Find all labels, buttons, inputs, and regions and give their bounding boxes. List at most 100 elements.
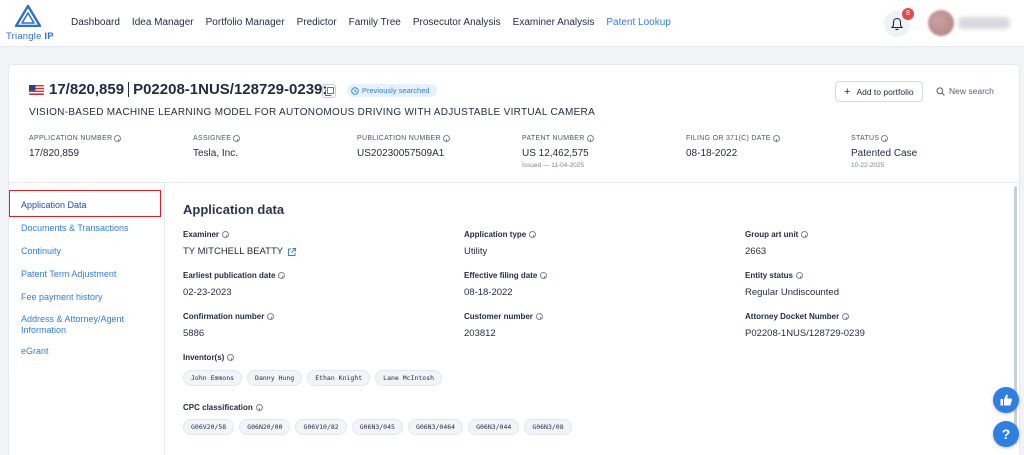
copy-button[interactable] <box>322 84 336 98</box>
notifications-button[interactable]: 8 <box>884 8 914 37</box>
scrollbar[interactable] <box>1013 183 1019 455</box>
info-icon <box>227 354 235 361</box>
summary-value: Patented Case <box>851 148 918 159</box>
summary-label-text: ASSIGNEE <box>193 135 232 142</box>
summary-value: Tesla, Inc. <box>193 148 239 159</box>
logo-text: Triangle IP <box>6 31 54 42</box>
info-icon <box>772 135 780 142</box>
nav-item-dashboard[interactable]: Dashboard <box>71 17 120 28</box>
field-label: Confirmation number <box>183 312 275 321</box>
add-to-portfolio-button[interactable]: + Add to portfolio <box>835 81 923 102</box>
summary-field: PUBLICATION NUMBER US20230057509A1 <box>357 135 450 159</box>
cpc-chip[interactable]: G06N20/00 <box>239 419 291 435</box>
field-label-text: Effective filing date <box>464 271 538 280</box>
us-flag-icon <box>29 85 44 95</box>
summary-value: US 12,462,575 <box>522 148 589 159</box>
field-label-text: Application type <box>464 230 527 239</box>
inventor-chip[interactable]: Danny Hung <box>247 370 303 386</box>
cpc-chip[interactable]: G06N3/08 <box>524 419 572 435</box>
previously-searched-badge: Previously searched <box>347 84 437 97</box>
cpc-chip[interactable]: G06V20/58 <box>183 419 235 435</box>
inventor-chips: John Emmons Danny Hung Ethan Knight Lane Mc… <box>183 370 443 386</box>
plus-icon: + <box>844 85 851 98</box>
summary-label-text: PUBLICATION NUMBER <box>357 135 441 142</box>
field-label: Earliest publication date <box>183 271 286 280</box>
field-value-text: P02208-1NUS/128729-0239 <box>745 328 865 339</box>
summary-label: PUBLICATION NUMBER <box>357 135 450 142</box>
field-label-text: Earliest publication date <box>183 271 276 280</box>
field-value[interactable]: TY MITCHELL BEATTY <box>183 246 297 257</box>
inventor-chip[interactable]: Lane McIntosh <box>375 370 443 386</box>
sidebar-item-patent-term-adjustment[interactable]: Patent Term Adjustment <box>21 269 116 280</box>
cpc-chips: G06V20/58 G06N20/00 G06V10/82 G06N3/045 G06N… <box>183 419 572 435</box>
sidebar-item-documents-transactions[interactable]: Documents & Transactions <box>21 223 129 234</box>
summary-field: ASSIGNEE Tesla, Inc. <box>193 135 241 159</box>
sidebar-item-continuity[interactable]: Continuity <box>21 246 61 257</box>
copy-icon <box>325 87 334 96</box>
cpc-chip[interactable]: G06N3/0464 <box>407 419 464 435</box>
add-to-portfolio-label: Add to portfolio <box>856 86 914 97</box>
nav-item-prosecutor-analysis[interactable]: Prosecutor Analysis <box>413 17 501 28</box>
field-label: Customer number <box>464 312 543 321</box>
field-label-text: Entity status <box>745 271 794 280</box>
info-icon <box>881 135 889 142</box>
inventor-chip[interactable]: John Emmons <box>183 370 243 386</box>
previously-searched-label: Previously searched <box>362 86 430 95</box>
field: Attorney Docket Number P02208-1NUS/128729… <box>745 312 865 339</box>
field: Application type Utility <box>464 230 537 257</box>
field-value: 08-18-2022 <box>464 287 547 298</box>
info-icon <box>586 135 594 142</box>
field-label: Application type <box>464 230 537 239</box>
external-link-icon[interactable] <box>288 247 297 256</box>
field-label-text: Confirmation number <box>183 312 265 321</box>
nav-item-predictor[interactable]: Predictor <box>297 17 337 28</box>
summary-subtext: Issued — 11-04-2025 <box>522 162 585 169</box>
sidebar-item-egrant[interactable]: eGrant <box>21 346 49 357</box>
summary-field: FILING OR 371(C) DATE 08-18-2022 <box>686 135 780 159</box>
cpc-chip[interactable]: G06N3/045 <box>351 419 403 435</box>
sidebar: Application Data Documents & Transactions… <box>9 183 165 455</box>
sidebar-item-address-attorney-agent-information[interactable]: Address & Attorney/Agent Information <box>21 314 139 336</box>
field-value-text: Regular Undiscounted <box>745 287 840 298</box>
nav-item-patent-lookup[interactable]: Patent Lookup <box>606 17 671 28</box>
field-value: 203812 <box>464 328 543 339</box>
inventors-label-text: Inventor(s) <box>183 353 225 362</box>
info-icon <box>255 404 263 411</box>
field: Examiner TY MITCHELL BEATTY <box>183 230 297 257</box>
field-value: P02208-1NUS/128729-0239 <box>745 328 865 339</box>
field-value-text: 02-23-2023 <box>183 287 232 298</box>
bell-icon <box>891 17 903 31</box>
thumbs-up-icon <box>1000 394 1012 406</box>
field: Group art unit 2663 <box>745 230 809 257</box>
cpc-label: CPC classification <box>183 403 263 412</box>
nav-item-family-tree[interactable]: Family Tree <box>349 17 401 28</box>
sidebar-item-fee-payment-history[interactable]: Fee payment history <box>21 292 103 303</box>
patent-title: VISION-BASED MACHINE LEARNING MODEL FOR … <box>29 107 596 118</box>
nav-item-idea-manager[interactable]: Idea Manager <box>132 17 194 28</box>
summary-label-text: FILING OR 371(C) DATE <box>686 135 771 142</box>
field-label: Examiner <box>183 230 296 239</box>
section-title: Application data <box>183 202 285 217</box>
summary-subtext: 10-22-2025 <box>851 162 885 169</box>
sidebar-item-application-data[interactable]: Application Data <box>21 200 87 211</box>
inventor-chip[interactable]: Ethan Knight <box>307 370 371 386</box>
field-label-text: Attorney Docket Number <box>745 312 840 321</box>
info-icon <box>535 313 543 320</box>
field-label-text: Group art unit <box>745 230 799 239</box>
field-label-text: Customer number <box>464 312 533 321</box>
feedback-button[interactable] <box>993 387 1019 413</box>
cpc-chip[interactable]: G06V10/82 <box>295 419 347 435</box>
cpc-chip[interactable]: G06N3/044 <box>468 419 520 435</box>
logo[interactable]: Triangle IP <box>6 5 54 43</box>
field-value: 5886 <box>183 328 274 339</box>
new-search-button[interactable]: New search <box>936 86 994 96</box>
nav-item-examiner-analysis[interactable]: Examiner Analysis <box>513 17 595 28</box>
avatar[interactable] <box>928 10 954 36</box>
triangle-logo-icon <box>15 5 41 27</box>
user-name-blurred[interactable] <box>958 17 1010 29</box>
nav-item-portfolio-manager[interactable]: Portfolio Manager <box>206 17 285 28</box>
summary-label: FILING OR 371(C) DATE <box>686 135 780 142</box>
field-label: Group art unit <box>745 230 809 239</box>
help-button[interactable]: ? <box>993 421 1019 447</box>
help-icon: ? <box>1001 426 1011 442</box>
